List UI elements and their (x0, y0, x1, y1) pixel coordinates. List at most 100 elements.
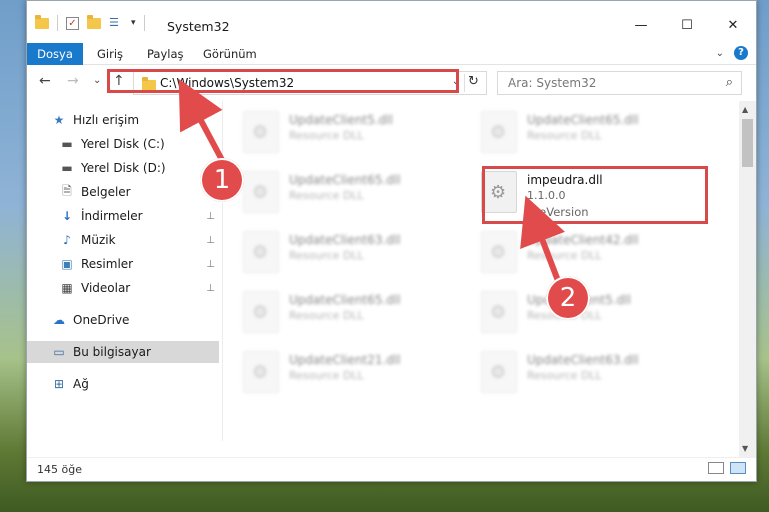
back-arrow-icon[interactable]: ← (39, 73, 51, 89)
customize-toolbar-icon[interactable]: ▾ (131, 18, 136, 28)
status-bar: 145 öğe (27, 457, 756, 481)
tab-view[interactable]: Görünüm (203, 43, 257, 65)
sidebar-item-label: Yerel Disk (C:) (81, 137, 165, 151)
network-icon: ⊞ (53, 377, 65, 391)
refresh-icon[interactable]: ↻ (464, 74, 482, 92)
pin-icon[interactable]: ⊥ (206, 259, 215, 270)
maximize-button[interactable]: ☐ (664, 11, 710, 39)
dll-file-icon (243, 231, 279, 273)
dll-file-icon (481, 231, 517, 273)
sidebar-item-label: Müzik (81, 233, 116, 247)
ribbon-collapse-icon[interactable]: ⌄ (716, 48, 724, 59)
forward-arrow-icon[interactable]: → (67, 73, 79, 89)
properties-check-icon[interactable]: ✓ (66, 16, 79, 30)
sidebar-item-label: Belgeler (81, 185, 131, 199)
address-bar[interactable]: C:\Windows\System32 ⌄ ↻ (133, 71, 487, 95)
new-folder-icon[interactable] (87, 14, 101, 29)
vertical-scrollbar[interactable]: ▲ ▼ (739, 101, 756, 457)
file-name: UpdateClient5.dll (289, 113, 393, 127)
file-item[interactable]: UpdateClient42.dll Resource DLL (465, 223, 695, 279)
sidebar-item-local-disk-c[interactable]: ▬ Yerel Disk (C:) (27, 133, 219, 155)
star-icon: ★ (53, 113, 65, 127)
file-item[interactable]: UpdateClient65.dll Resource DLL (227, 283, 457, 339)
explorer-window: ✓ ☰ ▾ System32 — ☐ ✕ Dosya Giriş Paylaş … (26, 0, 757, 482)
file-highlight-box (482, 166, 708, 224)
sidebar-item-pictures[interactable]: ▣ Resimler ⊥ (27, 253, 219, 275)
scroll-down-icon[interactable]: ▼ (742, 444, 748, 453)
sidebar-item-this-pc[interactable]: ▭ Bu bilgisayar (27, 341, 219, 363)
video-icon: ▦ (61, 281, 73, 295)
item-count: 145 öğe (37, 463, 82, 476)
dll-file-icon (243, 171, 279, 213)
documents-icon: 🗎 (62, 183, 72, 198)
up-arrow-icon[interactable]: ↑ (113, 73, 125, 89)
file-description: Resource DLL (289, 249, 364, 262)
file-name: UpdateClient65.dll (289, 173, 401, 187)
pictures-icon: ▣ (61, 257, 73, 271)
address-path[interactable]: C:\Windows\System32 (160, 76, 294, 90)
dll-file-icon (243, 291, 279, 333)
download-icon: ↓ (61, 209, 73, 223)
sidebar-item-label: İndirmeler (81, 209, 143, 223)
step-1-badge: 1 (200, 158, 244, 202)
sidebar-item-label: Bu bilgisayar (73, 345, 151, 359)
view-list-icon[interactable]: ☰ (109, 17, 123, 29)
title-bar: ✓ ☰ ▾ System32 — ☐ ✕ (27, 1, 756, 43)
quick-access-toolbar: ✓ ☰ ▾ (35, 14, 145, 31)
sidebar-item-network[interactable]: ⊞ Ağ (27, 373, 219, 395)
computer-icon: ▭ (53, 345, 65, 359)
file-name: UpdateClient63.dll (527, 353, 639, 367)
step-2-badge: 2 (546, 276, 590, 320)
file-name: UpdateClient42.dll (527, 233, 639, 247)
navigation-pane: ★ Hızlı erişim ▬ Yerel Disk (C:) ▬ Yerel… (27, 101, 219, 457)
dll-file-icon (243, 351, 279, 393)
details-view-icon[interactable] (708, 462, 724, 474)
dll-file-icon (481, 351, 517, 393)
sidebar-item-videos[interactable]: ▦ Videolar ⊥ (27, 277, 219, 299)
window-title: System32 (167, 19, 230, 34)
tab-file[interactable]: Dosya (27, 43, 83, 65)
file-name: UpdateClient21.dll (289, 353, 401, 367)
minimize-button[interactable]: — (618, 11, 664, 39)
file-item[interactable]: UpdateClient65.dll Resource DLL (227, 163, 457, 219)
pin-icon[interactable]: ⊥ (206, 283, 215, 294)
sidebar-item-local-disk-d[interactable]: ▬ Yerel Disk (D:) (27, 157, 219, 179)
tiles-view-icon[interactable] (730, 462, 746, 474)
cloud-icon: ☁ (53, 313, 65, 327)
sidebar-item-label: Yerel Disk (D:) (81, 161, 166, 175)
sidebar-item-onedrive[interactable]: ☁ OneDrive (27, 309, 219, 331)
sidebar-item-label: Videolar (81, 281, 131, 295)
file-item[interactable]: UpdateClient5.dll Resource DLL (227, 103, 457, 159)
recent-locations-icon[interactable]: ⌄ (93, 75, 101, 86)
sidebar-item-music[interactable]: ♪ Müzik ⊥ (27, 229, 219, 251)
address-dropdown-icon[interactable]: ⌄ (452, 76, 460, 87)
file-item[interactable]: UpdateClient65.dll Resource DLL (465, 103, 695, 159)
sidebar-item-downloads[interactable]: ↓ İndirmeler ⊥ (27, 205, 219, 227)
file-description: Resource DLL (289, 129, 364, 142)
scrollbar-thumb[interactable] (742, 119, 753, 167)
file-name: UpdateClient63.dll (289, 233, 401, 247)
file-item[interactable]: UpdateClient21.dll Resource DLL (227, 343, 457, 399)
folder-icon (35, 14, 49, 29)
folder-icon (142, 77, 156, 91)
file-item[interactable]: UpdateClient63.dll Resource DLL (227, 223, 457, 279)
tab-home[interactable]: Giriş (97, 43, 123, 65)
pin-icon[interactable]: ⊥ (206, 235, 215, 246)
file-description: Resource DLL (527, 249, 602, 262)
search-icon[interactable]: ⌕ (726, 75, 733, 90)
tab-share[interactable]: Paylaş (147, 43, 184, 65)
sidebar-item-documents[interactable]: 🗎 Belgeler ⊥ (27, 181, 219, 203)
file-description: Resource DLL (289, 369, 364, 382)
search-placeholder[interactable]: Ara: System32 (508, 76, 596, 90)
scroll-up-icon[interactable]: ▲ (742, 105, 748, 114)
help-icon[interactable]: ? (734, 46, 748, 60)
window-controls: — ☐ ✕ (618, 11, 756, 39)
file-description: Resource DLL (527, 369, 602, 382)
drive-icon: ▬ (61, 161, 73, 175)
sidebar-item-label: Ağ (73, 377, 89, 391)
sidebar-item-quick-access[interactable]: ★ Hızlı erişim (27, 109, 219, 131)
search-box[interactable]: Ara: System32 ⌕ (497, 71, 742, 95)
close-button[interactable]: ✕ (710, 11, 756, 39)
file-item[interactable]: UpdateClient63.dll Resource DLL (465, 343, 695, 399)
pin-icon[interactable]: ⊥ (206, 211, 215, 222)
